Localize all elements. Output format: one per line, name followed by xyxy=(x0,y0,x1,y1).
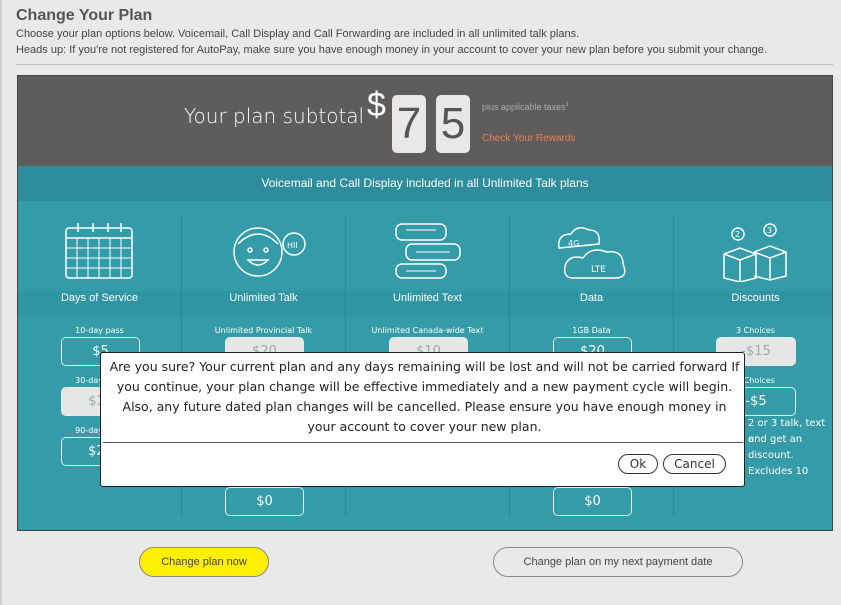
gift-boxes-icon: 23 xyxy=(723,223,787,282)
currency-symbol: $ xyxy=(367,86,386,124)
dialog-divider xyxy=(103,442,743,443)
subtotal-label: Your plan subtotal xyxy=(184,104,365,128)
included-banner: Voicemail and Call Display included in a… xyxy=(18,166,832,201)
cloud-data-icon: 4G LTE xyxy=(558,227,626,279)
svg-text:4G: 4G xyxy=(568,239,579,248)
change-plan-now-button[interactable]: Change plan now xyxy=(139,547,269,577)
dialog-message: Are you sure? Your current plan and any … xyxy=(109,359,740,434)
option-label: 1GB Data xyxy=(572,326,611,335)
divider xyxy=(16,64,833,65)
option-no-talk[interactable]: $0 xyxy=(225,487,304,516)
subtotal-header: Your plan subtotal $ 7 5 plus applicable… xyxy=(18,76,832,166)
option-no-data[interactable]: $0 xyxy=(553,487,632,516)
taxes-text: plus applicable taxes xyxy=(482,102,566,112)
option-label: 3 Choices xyxy=(736,326,775,335)
confirm-dialog: Are you sure? Your current plan and any … xyxy=(100,352,745,487)
svg-text:2: 2 xyxy=(735,230,740,239)
column-title: Days of Service xyxy=(60,292,139,304)
option-label: Unlimited Provincial Talk xyxy=(214,326,313,335)
subtotal-digit: 7 xyxy=(392,95,426,153)
column-title: Discounts xyxy=(731,292,780,304)
column-title: Unlimited Talk xyxy=(229,292,298,304)
talking-face-icon: HII xyxy=(233,227,306,277)
svg-text:LTE: LTE xyxy=(591,265,606,275)
taxes-note: plus applicable taxes1 xyxy=(482,102,569,112)
calendar-icon xyxy=(65,223,133,279)
subtotal-digit: 5 xyxy=(436,95,470,153)
option-label: Unlimited Canada-wide Text xyxy=(371,326,484,335)
chat-bubbles-icon xyxy=(395,223,461,279)
discount-desc: discount. Excludes 10 xyxy=(748,450,809,477)
check-rewards-link[interactable]: Check Your Rewards xyxy=(482,133,575,144)
svg-text:HII: HII xyxy=(287,241,298,250)
svg-text:3: 3 xyxy=(767,226,772,235)
ok-button[interactable]: Ok xyxy=(618,454,658,474)
headsup-text: Heads up: If you're not registered for A… xyxy=(16,44,767,56)
footnote-marker: 1 xyxy=(565,102,569,108)
column-title: Unlimited Text xyxy=(393,292,462,304)
change-plan-next-date-button[interactable]: Change plan on my next payment date xyxy=(493,547,743,577)
cancel-button[interactable]: Cancel xyxy=(663,454,726,474)
page-title: Change Your Plan xyxy=(16,7,153,24)
intro-text: Choose your plan options below. Voicemai… xyxy=(16,28,580,40)
column-title: Data xyxy=(579,292,604,304)
option-label: 10-day pass xyxy=(75,326,124,335)
discount-desc: and get an xyxy=(748,434,803,445)
